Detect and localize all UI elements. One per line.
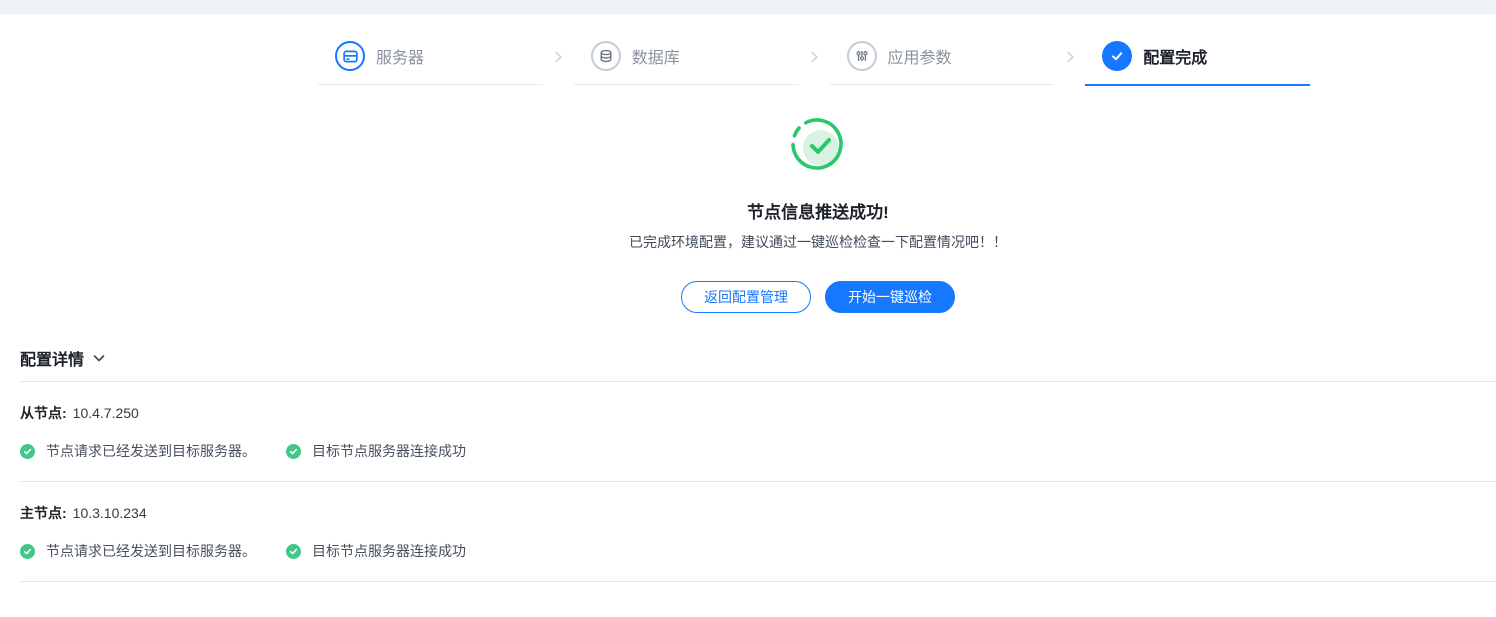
step-label: 服务器 — [376, 50, 425, 67]
step-label: 配置完成 — [1143, 50, 1208, 67]
chevron-down-icon — [91, 350, 107, 366]
step-complete[interactable]: 配置完成 — [1085, 41, 1311, 86]
step-label: 应用参数 — [887, 50, 952, 67]
start-inspection-button[interactable]: 开始一键巡检 — [825, 281, 955, 313]
check-circle-icon — [20, 443, 35, 459]
chevron-right-icon — [1054, 41, 1085, 85]
check-message: 节点请求已经发送到目标服务器。 — [46, 443, 256, 459]
check-item: 节点请求已经发送到目标服务器。 — [20, 441, 256, 461]
node-ip: 10.3.10.234 — [72, 505, 147, 521]
success-icon — [790, 116, 846, 179]
step-database[interactable]: 数据库 — [573, 41, 799, 85]
step-server[interactable]: 服务器 — [318, 41, 543, 85]
check-message: 节点请求已经发送到目标服务器。 — [46, 543, 256, 559]
node-block: 从节点: 10.4.7.250 节点请求已经发送到目标服务器。 目标节点服务器连接… — [20, 382, 1496, 482]
check-icon — [1102, 41, 1133, 71]
result-actions: 返回配置管理 开始一键巡检 — [140, 281, 1496, 313]
result-section: 节点信息推送成功! 已完成环境配置，建议通过一键巡检检查一下配置情况吧！！ 返回… — [0, 85, 1496, 313]
chevron-right-icon — [543, 41, 574, 85]
check-row: 节点请求已经发送到目标服务器。 目标节点服务器连接成功 — [20, 441, 1496, 468]
node-ip: 10.4.7.250 — [72, 405, 139, 421]
node-block: 主节点: 10.3.10.234 节点请求已经发送到目标服务器。 目标节点服务器连… — [20, 482, 1496, 582]
node-label: 主节点: — [20, 505, 67, 521]
check-message: 目标节点服务器连接成功 — [312, 543, 466, 559]
check-item: 目标节点服务器连接成功 — [286, 541, 466, 561]
config-details-section: 配置详情 从节点: 10.4.7.250 节点请求已经发送到目标服务器。 目标节… — [20, 346, 1496, 582]
node-title: 从节点: 10.4.7.250 — [20, 403, 1496, 423]
check-circle-icon — [286, 443, 301, 459]
config-details-toggle[interactable]: 配置详情 — [20, 346, 1496, 382]
setup-stepper: 服务器 数据库 应用参数 配置完成 — [318, 41, 1311, 86]
result-title: 节点信息推送成功! — [747, 203, 889, 222]
config-details-title: 配置详情 — [20, 352, 85, 369]
top-bar — [0, 0, 1496, 14]
node-label: 从节点: — [20, 405, 67, 421]
server-icon — [335, 41, 365, 71]
step-label: 数据库 — [631, 50, 680, 67]
result-subtitle: 已完成环境配置，建议通过一键巡检检查一下配置情况吧！！ — [629, 234, 1007, 250]
check-circle-icon — [20, 543, 35, 559]
node-title: 主节点: 10.3.10.234 — [20, 503, 1496, 523]
check-message: 目标节点服务器连接成功 — [312, 443, 466, 459]
database-icon — [590, 41, 621, 71]
check-item: 目标节点服务器连接成功 — [286, 441, 466, 461]
back-to-config-button[interactable]: 返回配置管理 — [681, 281, 811, 313]
step-app-params[interactable]: 应用参数 — [829, 41, 1055, 85]
sliders-icon — [846, 41, 877, 71]
check-circle-icon — [286, 543, 301, 559]
check-row: 节点请求已经发送到目标服务器。 目标节点服务器连接成功 — [20, 541, 1496, 568]
chevron-right-icon — [799, 41, 830, 85]
check-item: 节点请求已经发送到目标服务器。 — [20, 541, 256, 561]
